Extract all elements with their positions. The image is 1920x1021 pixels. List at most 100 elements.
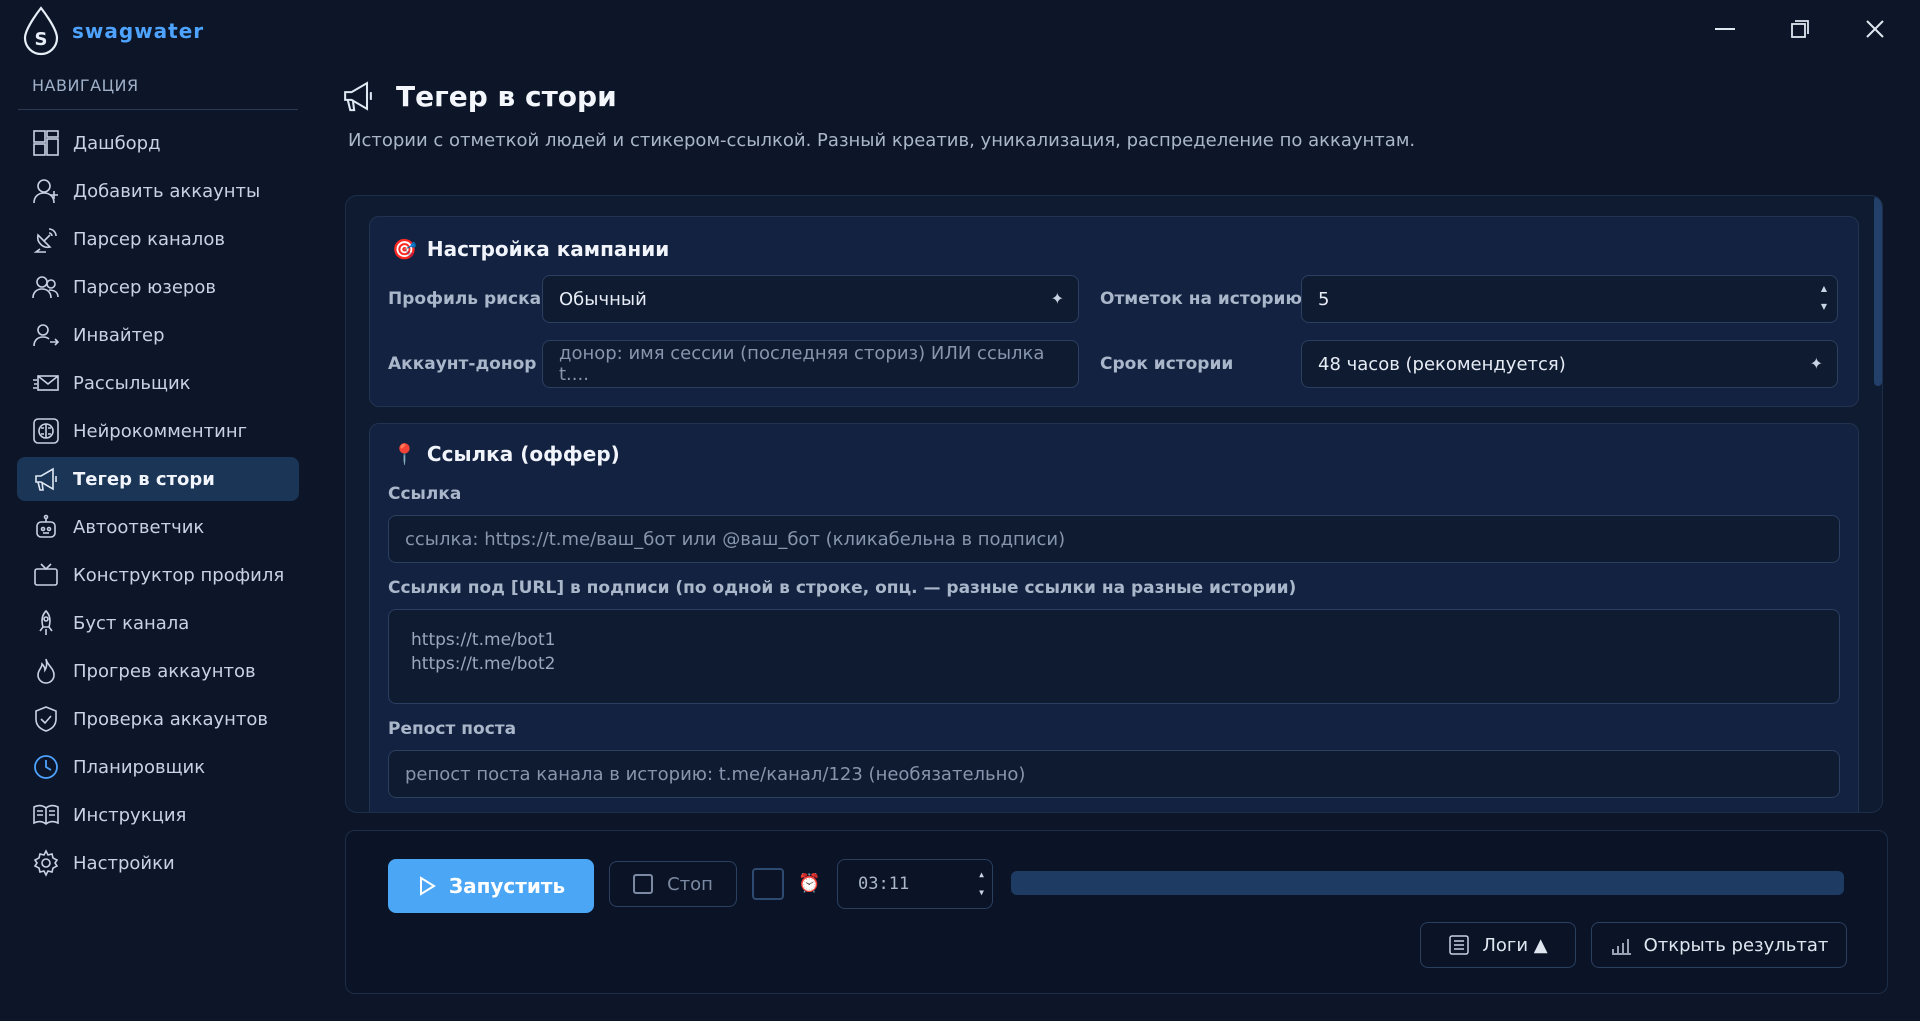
page-header: Тегер в стори: [340, 78, 617, 114]
sidebar-item-profile-builder[interactable]: Конструктор профиля: [17, 553, 299, 597]
sidebar-item-account-check[interactable]: Проверка аккаунтов: [17, 697, 299, 741]
play-icon: [419, 876, 436, 896]
nav-list: Дашборд Добавить аккаунты Парсер каналов…: [17, 121, 299, 889]
sidebar-item-settings[interactable]: Настройки: [17, 841, 299, 885]
sidebar-item-channel-parser[interactable]: Парсер каналов: [17, 217, 299, 261]
tv-icon: [31, 560, 61, 590]
rocket-icon: [31, 608, 61, 638]
run-button[interactable]: Запустить: [388, 859, 594, 913]
risk-profile-select[interactable]: Обычный ✦: [542, 275, 1079, 323]
sparkle-icon: ✦: [1050, 289, 1064, 308]
restore-icon: [1791, 20, 1809, 38]
sidebar-item-label: Инвайтер: [73, 324, 165, 346]
sidebar-item-label: Добавить аккаунты: [73, 180, 261, 202]
sidebar-item-story-tagger[interactable]: Тегер в стори: [17, 457, 299, 501]
time-input[interactable]: 03:11 ▲ ▼: [837, 859, 993, 909]
close-button[interactable]: [1858, 12, 1892, 46]
sidebar-item-dashboard[interactable]: Дашборд: [17, 121, 299, 165]
nav-title: НАВИГАЦИЯ: [32, 76, 139, 95]
sidebar-item-inviter[interactable]: Инвайтер: [17, 313, 299, 357]
alarm-clock-icon: ⏰: [798, 873, 821, 894]
flame-icon: [31, 656, 61, 686]
link-label: Ссылка: [388, 484, 462, 504]
sidebar-item-instructions[interactable]: Инструкция: [17, 793, 299, 837]
sidebar-item-label: Инструкция: [73, 804, 187, 826]
card-title: 🎯 Настройка кампании: [392, 237, 670, 261]
card-title: 📍 Ссылка (оффер): [392, 442, 620, 466]
sidebar-item-user-parser[interactable]: Парсер юзеров: [17, 265, 299, 309]
sidebar-item-label: Дашборд: [73, 132, 161, 154]
bar-chart-icon: [1611, 939, 1631, 955]
tags-per-story-input[interactable]: 5 ▲ ▼: [1301, 275, 1838, 323]
sidebar-item-label: Нейрокомментинг: [73, 420, 248, 442]
spinner-arrows-icon[interactable]: ▲ ▼: [1821, 280, 1827, 316]
vertical-scrollbar[interactable]: [1874, 196, 1882, 812]
envelope-icon: [31, 368, 61, 398]
sidebar-item-label: Автоответчик: [73, 516, 205, 538]
minimize-button[interactable]: [1708, 12, 1742, 46]
stop-button[interactable]: Стоп: [609, 861, 737, 907]
tags-per-story-label: Отметок на историю: [1100, 289, 1302, 309]
sidebar-item-warmup[interactable]: Прогрев аккаунтов: [17, 649, 299, 693]
donor-account-label: Аккаунт-донор: [388, 354, 537, 374]
story-term-select[interactable]: 48 часов (рекомендуется) ✦: [1301, 340, 1838, 388]
repost-label: Репост поста: [388, 719, 517, 739]
add-user-icon: [31, 176, 61, 206]
sidebar-item-neurocommenting[interactable]: Нейрокомментинг: [17, 409, 299, 453]
brain-icon: [31, 416, 61, 446]
control-panel: Запустить Стоп ⏰ 03:11 ▲ ▼ Логи ▲ Открыть…: [345, 830, 1888, 994]
repost-input[interactable]: репост поста канала в историю: t.me/кана…: [388, 750, 1840, 798]
schedule-checkbox[interactable]: [752, 868, 784, 900]
page-subtitle: Истории с отметкой людей и стикером-ссыл…: [348, 130, 1416, 151]
dashboard-icon: [31, 128, 61, 158]
sidebar-item-label: Планировщик: [73, 756, 206, 778]
pin-icon: 📍: [392, 442, 417, 466]
nav-divider: [18, 109, 298, 110]
minimize-icon: [1715, 28, 1735, 30]
sidebar-item-autoresponder[interactable]: Автоответчик: [17, 505, 299, 549]
robot-icon: [31, 512, 61, 542]
sidebar-item-scheduler[interactable]: Планировщик: [17, 745, 299, 789]
close-icon: [1866, 20, 1884, 38]
target-icon: 🎯: [392, 237, 417, 261]
restore-button[interactable]: [1783, 12, 1817, 46]
urls-textarea[interactable]: https://t.me/bot1 https://t.me/bot2: [388, 609, 1840, 704]
log-list-icon: [1449, 935, 1470, 955]
water-drop-logo-icon: S: [23, 6, 59, 56]
logs-button[interactable]: Логи ▲: [1420, 922, 1576, 968]
users-icon: [31, 272, 61, 302]
sidebar-item-channel-boost[interactable]: Буст канала: [17, 601, 299, 645]
sidebar-item-label: Буст канала: [73, 612, 190, 634]
sidebar-item-label: Парсер юзеров: [73, 276, 216, 298]
risk-profile-label: Профиль риска: [388, 289, 542, 309]
gear-icon: [31, 848, 61, 878]
svg-text:S: S: [35, 29, 48, 50]
sidebar-item-label: Тегер в стори: [73, 468, 215, 490]
settings-scroll-area[interactable]: 🎯 Настройка кампании Профиль риска Обычн…: [345, 195, 1883, 813]
offer-link-card: 📍 Ссылка (оффер) Ссылка ссылка: https://…: [369, 423, 1859, 812]
link-input[interactable]: ссылка: https://t.me/ваш_бот или @ваш_бо…: [388, 515, 1840, 563]
app-name: swagwater: [72, 19, 205, 43]
story-term-label: Срок истории: [1100, 354, 1234, 374]
sparkle-icon: ✦: [1809, 354, 1823, 373]
shield-check-icon: [31, 704, 61, 734]
megaphone-icon: [344, 81, 372, 112]
open-result-button[interactable]: Открыть результат: [1591, 922, 1847, 968]
sidebar-item-label: Настройки: [73, 852, 175, 874]
sidebar-item-add-accounts[interactable]: Добавить аккаунты: [17, 169, 299, 213]
sidebar-item-mailer[interactable]: Рассыльщик: [17, 361, 299, 405]
sidebar-item-label: Конструктор профиля: [73, 564, 285, 586]
campaign-settings-card: 🎯 Настройка кампании Профиль риска Обычн…: [369, 216, 1859, 407]
satellite-icon: [31, 224, 61, 254]
app-logo: S swagwater: [20, 6, 204, 56]
sidebar-item-label: Рассыльщик: [73, 372, 191, 394]
sidebar-item-label: Прогрев аккаунтов: [73, 660, 256, 682]
invite-icon: [31, 320, 61, 350]
sidebar: S swagwater НАВИГАЦИЯ Дашборд Добавить а…: [0, 0, 316, 1021]
progress-bar: [1011, 871, 1844, 895]
spinner-arrows-icon[interactable]: ▲ ▼: [979, 866, 984, 902]
page-title: Тегер в стори: [396, 79, 617, 113]
scroll-thumb[interactable]: [1874, 196, 1882, 386]
clock-icon: [31, 752, 61, 782]
donor-account-input[interactable]: донор: имя сессии (последняя сториз) ИЛИ…: [542, 340, 1079, 388]
